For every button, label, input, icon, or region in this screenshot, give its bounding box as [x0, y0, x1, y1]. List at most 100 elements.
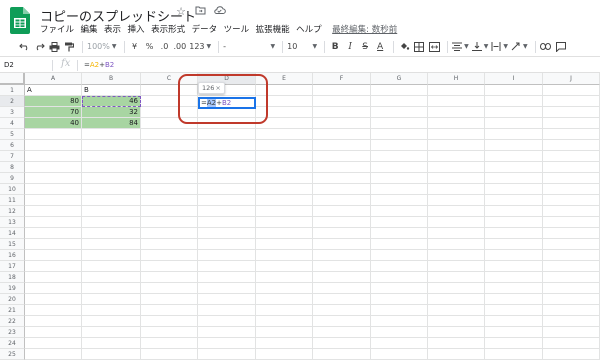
grid-cell[interactable] [82, 173, 141, 184]
grid-cell[interactable] [256, 140, 313, 151]
grid-cell[interactable] [82, 294, 141, 305]
grid-cell[interactable] [256, 349, 313, 360]
grid-cell[interactable] [256, 305, 313, 316]
grid-cell[interactable] [313, 140, 371, 151]
redo-icon[interactable] [33, 39, 45, 55]
grid-cell[interactable] [371, 261, 428, 272]
grid-cell[interactable] [543, 140, 600, 151]
grid-cell[interactable] [371, 151, 428, 162]
grid-cell[interactable] [543, 96, 600, 107]
grid-cell[interactable] [256, 316, 313, 327]
row-header[interactable]: 8 [0, 162, 25, 173]
grid-cell[interactable] [82, 195, 141, 206]
grid-cell[interactable] [25, 338, 82, 349]
row-header[interactable]: 19 [0, 283, 25, 294]
grid-cell[interactable] [428, 228, 485, 239]
grid-cell[interactable] [198, 184, 256, 195]
grid-cell[interactable] [371, 217, 428, 228]
grid-cell[interactable] [198, 283, 256, 294]
cell-b2[interactable]: 46 [82, 96, 141, 107]
grid-cell[interactable] [141, 338, 198, 349]
grid-cell[interactable] [428, 173, 485, 184]
strikethrough-icon[interactable]: S [359, 39, 371, 55]
grid-cell[interactable] [25, 162, 82, 173]
sheets-logo-icon[interactable] [10, 7, 30, 34]
grid-cell[interactable] [543, 261, 600, 272]
grid-cell[interactable] [313, 206, 371, 217]
grid-cell[interactable] [82, 151, 141, 162]
grid-cell[interactable] [485, 305, 543, 316]
grid-cell[interactable] [371, 118, 428, 129]
grid-cell[interactable] [256, 195, 313, 206]
grid-cell[interactable] [256, 184, 313, 195]
grid-cell[interactable] [198, 206, 256, 217]
grid-cell[interactable] [313, 151, 371, 162]
column-header-g[interactable]: G [371, 73, 428, 85]
grid-cell[interactable] [428, 316, 485, 327]
grid-cell[interactable] [543, 85, 600, 96]
row-header[interactable]: 11 [0, 195, 25, 206]
menu-insert[interactable]: 挿入 [128, 23, 145, 35]
grid-cell[interactable] [428, 250, 485, 261]
grid-cell[interactable] [313, 261, 371, 272]
grid-cell[interactable] [371, 316, 428, 327]
grid-cell[interactable] [543, 272, 600, 283]
grid-cell[interactable] [25, 239, 82, 250]
grid-cell[interactable] [371, 239, 428, 250]
grid-cell[interactable] [428, 349, 485, 360]
grid-cell[interactable] [82, 261, 141, 272]
grid-cell[interactable] [543, 151, 600, 162]
grid-cell[interactable] [371, 349, 428, 360]
horizontal-align-icon[interactable]: ▼ [452, 39, 469, 55]
grid-cell[interactable] [313, 85, 371, 96]
grid-cell[interactable] [141, 206, 198, 217]
grid-cell[interactable] [428, 327, 485, 338]
grid-cell[interactable] [428, 151, 485, 162]
grid-cell[interactable] [428, 272, 485, 283]
grid-cell[interactable] [313, 107, 371, 118]
grid-cell[interactable] [371, 85, 428, 96]
grid-cell[interactable] [313, 217, 371, 228]
grid-cell[interactable] [256, 239, 313, 250]
paint-format-icon[interactable] [63, 39, 75, 55]
grid-cell[interactable] [543, 228, 600, 239]
row-header[interactable]: 15 [0, 239, 25, 250]
grid-cell[interactable] [485, 349, 543, 360]
menu-data[interactable]: データ [192, 23, 218, 35]
grid-cell[interactable] [313, 129, 371, 140]
grid-cell[interactable] [428, 206, 485, 217]
grid-cell[interactable] [428, 85, 485, 96]
grid-cell[interactable] [313, 316, 371, 327]
grid-cell[interactable] [256, 338, 313, 349]
grid-cell[interactable] [256, 151, 313, 162]
move-folder-icon[interactable] [193, 5, 207, 18]
grid-cell[interactable] [485, 173, 543, 184]
grid-cell[interactable] [485, 85, 543, 96]
grid-cell[interactable] [371, 140, 428, 151]
grid-cell[interactable] [141, 228, 198, 239]
grid-cell[interactable] [25, 294, 82, 305]
grid-cell[interactable] [371, 228, 428, 239]
column-header-f[interactable]: F [313, 73, 371, 85]
grid-cell[interactable] [485, 217, 543, 228]
grid-cell[interactable] [82, 305, 141, 316]
grid-cell[interactable] [313, 118, 371, 129]
grid-cell[interactable] [141, 195, 198, 206]
grid-cell[interactable] [485, 239, 543, 250]
font-size-select[interactable]: 10 ▼ [287, 39, 317, 55]
cloud-saved-icon[interactable] [212, 5, 226, 18]
grid-cell[interactable] [256, 206, 313, 217]
text-rotation-icon[interactable]: ▼ [511, 39, 528, 55]
menu-help[interactable]: ヘルプ [296, 23, 322, 35]
row-header[interactable]: 9 [0, 173, 25, 184]
grid-cell[interactable] [485, 107, 543, 118]
grid-cell[interactable] [371, 294, 428, 305]
grid-cell[interactable] [313, 184, 371, 195]
grid-cell[interactable] [256, 272, 313, 283]
grid-cell[interactable] [256, 228, 313, 239]
grid-cell[interactable] [485, 261, 543, 272]
grid-cell[interactable] [428, 118, 485, 129]
grid-cell[interactable] [198, 327, 256, 338]
grid-cell[interactable] [485, 327, 543, 338]
grid-cell[interactable] [428, 338, 485, 349]
